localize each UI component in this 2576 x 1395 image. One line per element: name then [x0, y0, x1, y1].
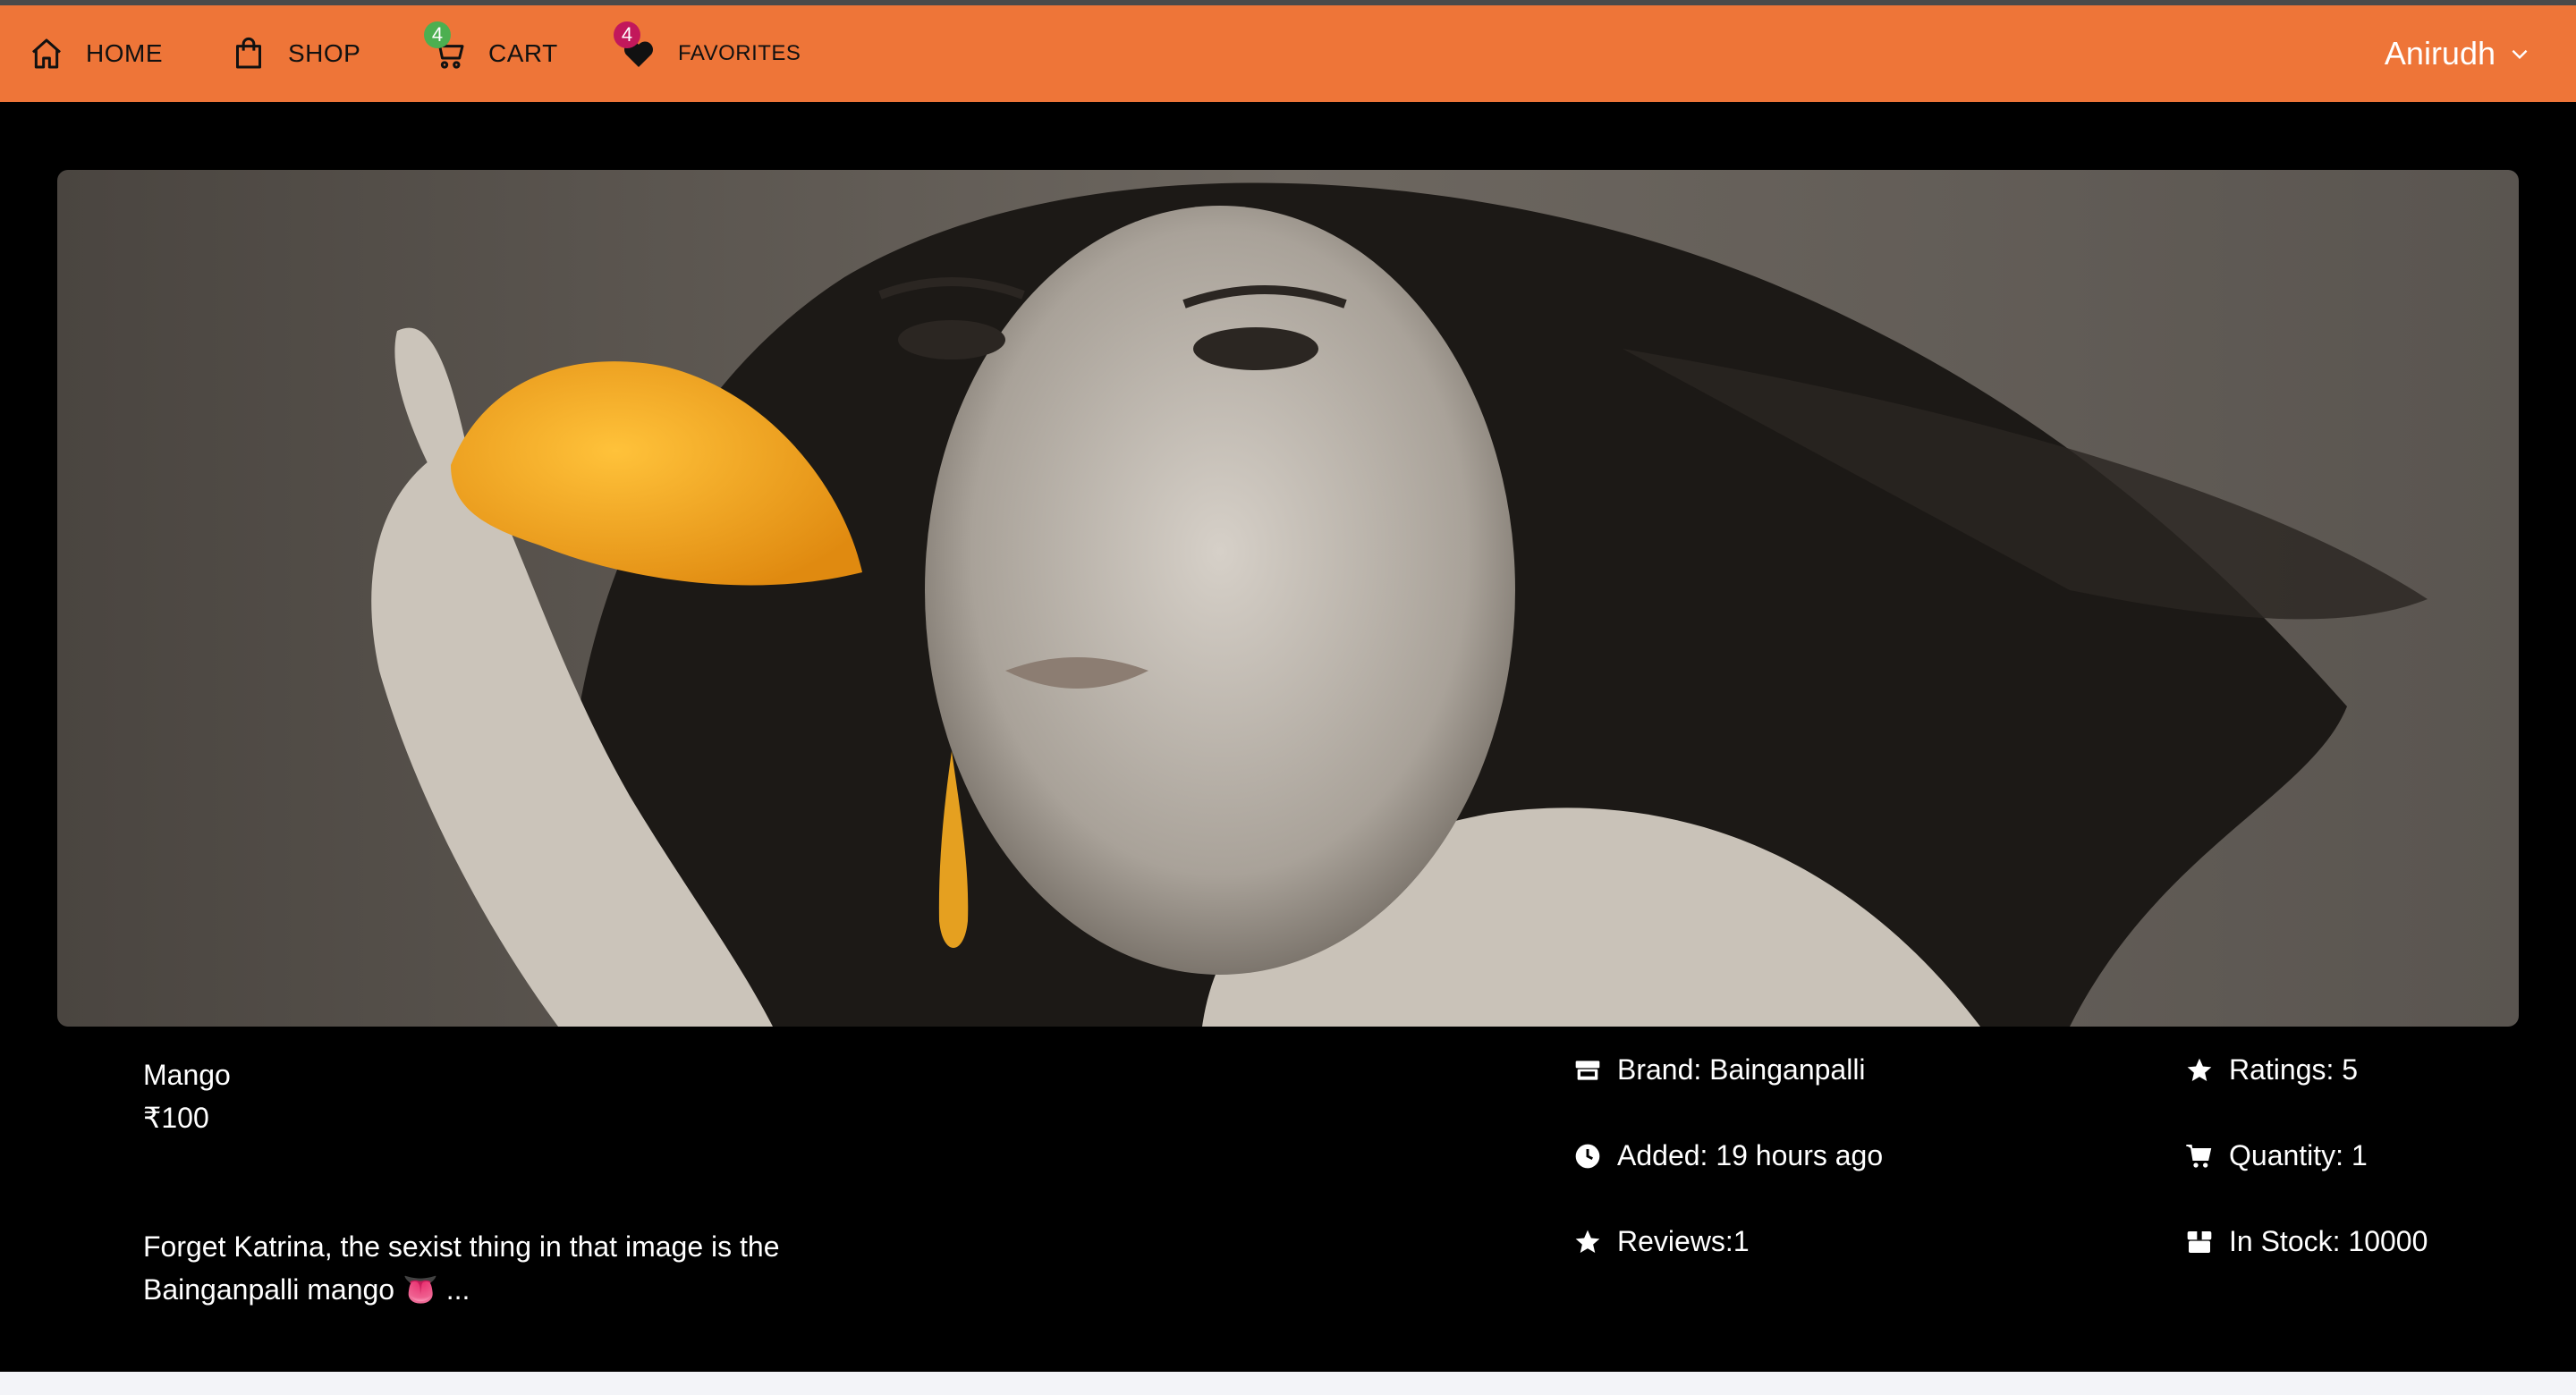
user-menu-dropdown[interactable]: Anirudh — [2385, 5, 2531, 102]
clock-icon — [1572, 1141, 1603, 1171]
star-icon — [1572, 1227, 1603, 1257]
nav-shop-label: SHOP — [288, 39, 361, 67]
nav-home-link[interactable]: HOME — [29, 5, 163, 102]
quantity-text: Quantity: 1 — [2229, 1139, 2368, 1171]
cart-count-badge: 4 — [424, 21, 451, 48]
product-name: Mango — [143, 1059, 231, 1091]
product-detail-page: Mango ₹100 Forget Katrina, the sexist th… — [0, 102, 2576, 1372]
page-footer-strip — [0, 1372, 2576, 1395]
nav-favorites-label: FAVORITES — [678, 41, 801, 65]
stock-meta: In Stock: 10000 — [2184, 1225, 2428, 1258]
heart-icon: 4 — [614, 21, 657, 72]
nav-shop-link[interactable]: SHOP — [231, 5, 360, 102]
top-navbar: HOME SHOP 4 CART 4 FAVORITES Anirudh — [0, 5, 2576, 102]
quantity-meta: Quantity: 1 — [2184, 1139, 2368, 1172]
reviews-text: Reviews:1 — [1617, 1225, 1750, 1257]
chevron-down-icon — [2512, 49, 2528, 60]
nav-cart-link[interactable]: 4 CART — [424, 5, 558, 102]
nav-favorites-link[interactable]: 4 FAVORITES — [614, 5, 801, 102]
nav-cart-label: CART — [488, 39, 558, 67]
star-icon — [2184, 1055, 2215, 1086]
ratings-meta: Ratings: 5 — [2184, 1053, 2358, 1086]
favorites-count-badge: 4 — [614, 21, 640, 48]
added-text: Added: 19 hours ago — [1617, 1139, 1884, 1171]
added-meta: Added: 19 hours ago — [1572, 1139, 1883, 1172]
brand-text: Brand: Bainganpalli — [1617, 1053, 1866, 1086]
product-description: Forget Katrina, the sexist thing in that… — [143, 1230, 780, 1306]
cart-icon: 4 — [424, 21, 467, 72]
cart-icon — [2184, 1141, 2215, 1171]
nav-home-label: HOME — [86, 39, 163, 67]
stock-text: In Stock: 10000 — [2229, 1225, 2428, 1257]
product-image — [57, 170, 2519, 1027]
box-icon — [2184, 1227, 2215, 1257]
shopping-bag-icon — [231, 36, 267, 72]
ratings-text: Ratings: 5 — [2229, 1053, 2359, 1086]
store-icon — [1572, 1055, 1603, 1086]
reviews-meta: Reviews:1 — [1572, 1225, 1750, 1258]
brand-meta: Brand: Bainganpalli — [1572, 1053, 1866, 1086]
product-price: ₹100 — [143, 1102, 209, 1134]
home-icon — [29, 36, 64, 72]
user-name: Anirudh — [2384, 35, 2496, 72]
